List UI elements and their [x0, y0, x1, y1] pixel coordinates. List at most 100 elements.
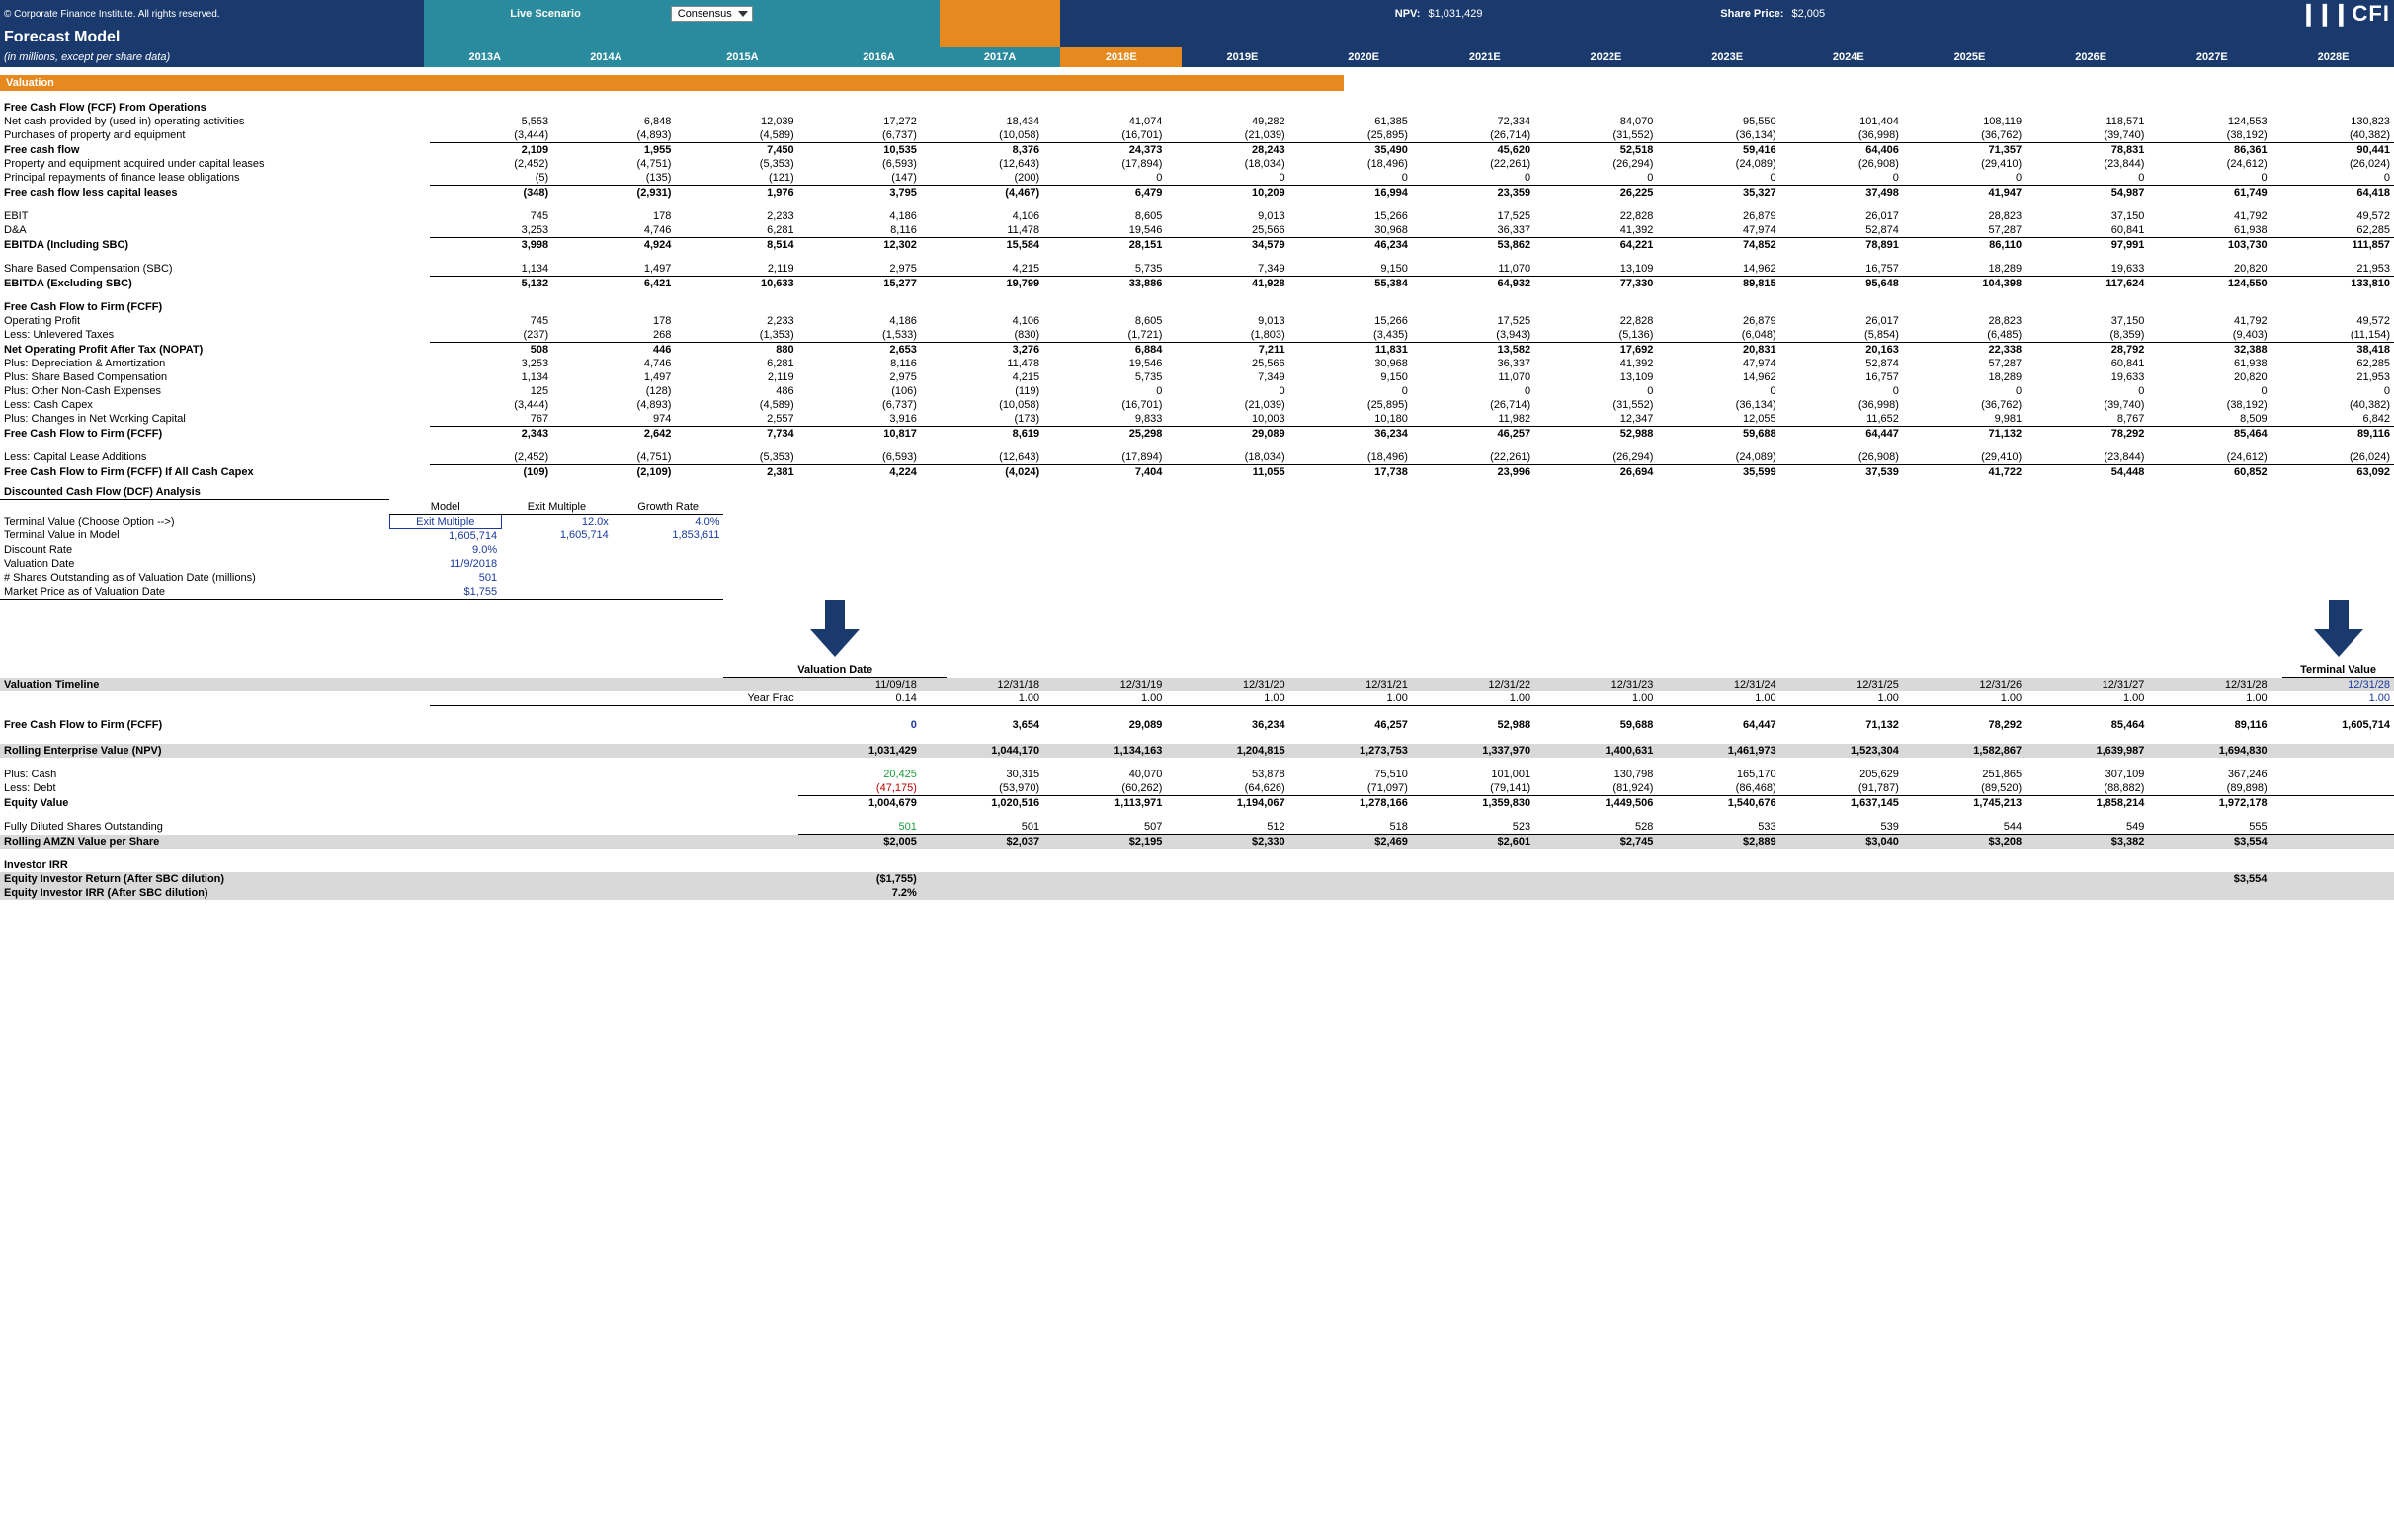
cell: 9,150 [1289, 262, 1412, 277]
timeline-date: 12/31/26 [1903, 678, 2025, 691]
cell: (39,740) [2025, 128, 2148, 143]
cell: 1,605,714 [389, 528, 501, 543]
cell: 8,509 [2148, 412, 2270, 427]
cell: 7,450 [675, 143, 797, 158]
cell: 41,928 [1166, 277, 1288, 291]
cell: $3,208 [1903, 835, 2025, 850]
timeline-date: 12/31/28 [2148, 678, 2270, 691]
dcf-col-head: Model [389, 500, 501, 515]
dcf-col-head: Exit Multiple [501, 500, 613, 515]
row-label: Plus: Cash [0, 768, 798, 781]
irr-return-first: ($1,755) [798, 872, 921, 886]
cell: 9,150 [1289, 370, 1412, 384]
cell: 0 [1903, 171, 2025, 186]
cell: 539 [1780, 820, 1903, 835]
cell: 10,633 [675, 277, 797, 291]
cell: (18,496) [1289, 157, 1412, 171]
cell: 103,730 [2148, 238, 2270, 253]
data-row: Principal repayments of finance lease ob… [0, 171, 2394, 186]
cell: 0 [1412, 171, 1534, 186]
cell: 1,540,676 [1657, 796, 1779, 811]
cell: 1,020,516 [921, 796, 1043, 811]
cell: 12,055 [1657, 412, 1779, 427]
cell: 49,572 [2271, 209, 2394, 223]
cell: 0 [1780, 171, 1903, 186]
cell: 28,823 [1903, 209, 2025, 223]
cell: 1,204,815 [1166, 744, 1288, 758]
cell: 8,514 [675, 238, 797, 253]
cell: 15,266 [1289, 209, 1412, 223]
cell: 501 [798, 820, 921, 835]
cell: (16,701) [1043, 128, 1166, 143]
cell: 2,119 [675, 262, 797, 277]
fcf-ops-head: Free Cash Flow (FCF) From Operations [0, 101, 430, 115]
scenario-dropdown[interactable]: Consensus [671, 6, 753, 22]
cell: 4,746 [552, 357, 675, 370]
cell: 41,074 [1043, 115, 1166, 128]
cell: 52,518 [1534, 143, 1657, 158]
cell: 84,070 [1534, 115, 1657, 128]
cell: (36,762) [1903, 128, 2025, 143]
cell: (16,701) [1043, 398, 1166, 412]
cell: 17,272 [798, 115, 921, 128]
data-row: Rolling Enterprise Value (NPV)1,031,4291… [0, 744, 2394, 758]
cell: 1,972,178 [2148, 796, 2270, 811]
cell: 745 [430, 209, 552, 223]
cell: 12,347 [1534, 412, 1657, 427]
cell: $2,469 [1289, 835, 1412, 850]
cell: 29,089 [1043, 718, 1166, 732]
cell: (6,048) [1657, 328, 1779, 343]
cell: 125 [430, 384, 552, 398]
cell: (36,134) [1657, 398, 1779, 412]
data-row: Plus: Share Based Compensation1,1341,497… [0, 370, 2394, 384]
cell: 1,582,867 [1903, 744, 2025, 758]
cell: 8,605 [1043, 209, 1166, 223]
cell: 37,498 [1780, 186, 1903, 201]
cell: 52,874 [1780, 357, 1903, 370]
dcf-row: # Shares Outstanding as of Valuation Dat… [0, 571, 2394, 585]
cell: 14,962 [1657, 262, 1779, 277]
cell: 22,828 [1534, 209, 1657, 223]
timeline-date: 12/31/18 [921, 678, 1043, 691]
data-row: Less: Unlevered Taxes(237)268(1,353)(1,5… [0, 328, 2394, 343]
timeline-date: 12/31/25 [1780, 678, 1903, 691]
cell: 3,916 [798, 412, 921, 427]
cell: 268 [552, 328, 675, 343]
cell: 1,605,714 [501, 528, 613, 543]
cell: 549 [2025, 820, 2148, 835]
cell: (21,039) [1166, 398, 1288, 412]
cell: (36,998) [1780, 398, 1903, 412]
cell: 7,349 [1166, 262, 1288, 277]
main-data-table: Free Cash Flow (FCF) From Operations Net… [0, 101, 2394, 479]
cell: 0 [798, 718, 921, 732]
cell [2271, 744, 2394, 758]
npv-label: NPV: [1303, 0, 1425, 28]
row-label: Free cash flow [0, 143, 430, 158]
cfi-logo: CFI [2299, 1, 2390, 26]
copyright-text: © Corporate Finance Institute. All right… [0, 0, 424, 28]
cell: 26,225 [1534, 186, 1657, 201]
cell: Exit Multiple [389, 514, 501, 528]
cell: 124,550 [2148, 277, 2270, 291]
year-col: 2026E [2030, 47, 2152, 67]
cell: 55,384 [1289, 277, 1412, 291]
cell: 18,434 [921, 115, 1043, 128]
cell: 1,523,304 [1780, 744, 1903, 758]
cell: 49,572 [2271, 314, 2394, 328]
cell: (81,924) [1534, 781, 1657, 796]
model-subtitle: (in millions, except per share data) [0, 47, 424, 67]
cell: (26,714) [1412, 398, 1534, 412]
row-label: Terminal Value (Choose Option -->) [0, 514, 389, 528]
cell: (89,898) [2148, 781, 2270, 796]
cell: 60,841 [2025, 223, 2148, 238]
cell: 38,418 [2271, 343, 2394, 358]
cell [501, 571, 613, 585]
cell: 30,968 [1289, 357, 1412, 370]
cell: 1,449,506 [1534, 796, 1657, 811]
cell: 86,361 [2148, 143, 2270, 158]
cell: 0 [1166, 384, 1288, 398]
cell: 41,792 [2148, 209, 2270, 223]
timeline-table: Valuation Timeline 11/09/18 12/31/18 12/… [0, 678, 2394, 706]
cell: (4,893) [552, 128, 675, 143]
cell: 880 [675, 343, 797, 358]
